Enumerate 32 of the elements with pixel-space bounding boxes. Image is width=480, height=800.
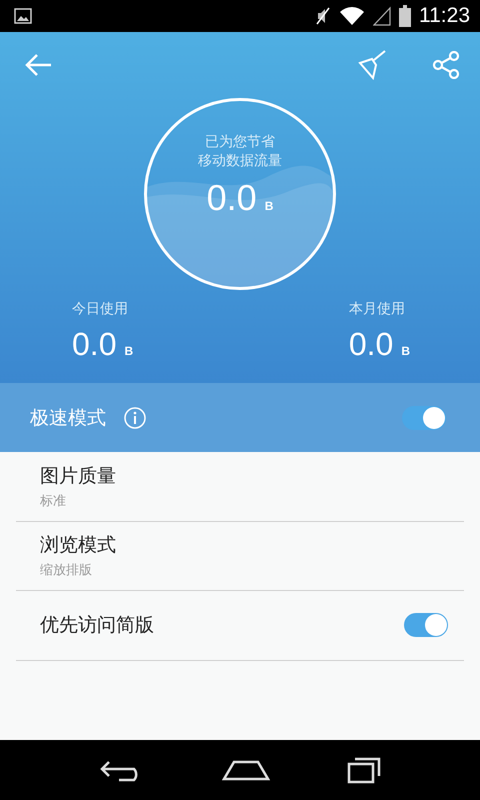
usage-label: 本月使用 [348, 300, 406, 318]
savings-caption: 已为您节省 [205, 133, 275, 152]
settings-row[interactable]: 浏览模式 缩放排版 [16, 522, 464, 591]
settings-row[interactable]: 图片质量 标准 [16, 452, 464, 522]
share-icon[interactable] [432, 51, 460, 79]
setting-value: 标准 [40, 492, 67, 510]
usage-value: 0.0 [348, 326, 394, 363]
toggle-switch[interactable] [402, 406, 446, 430]
setting-title: 图片质量 [40, 464, 116, 489]
info-icon[interactable] [124, 406, 146, 428]
savings-caption: 移动数据流量 [198, 152, 282, 171]
home-icon[interactable] [222, 759, 270, 781]
signal-icon [373, 6, 391, 26]
setting-value: 缩放排版 [40, 562, 93, 580]
unit-label: B [401, 344, 410, 358]
battery-icon [399, 5, 411, 27]
fast-mode-label: 极速模式 [30, 406, 106, 430]
broom-icon[interactable] [356, 50, 386, 80]
unit-label: B [264, 199, 274, 213]
savings-value: 0.0 [206, 177, 257, 219]
clock-time: 11:23 [419, 4, 470, 28]
wifi-icon [339, 6, 365, 26]
toggle-switch[interactable] [404, 613, 448, 638]
setting-title: 浏览模式 [40, 533, 116, 558]
setting-title: 优先访问简版 [40, 613, 154, 638]
usage-label: 今日使用 [72, 300, 129, 318]
unit-label: B [124, 344, 134, 358]
recents-icon[interactable] [347, 756, 382, 784]
mute-icon [315, 6, 331, 26]
image-icon [14, 8, 32, 24]
back-arrow-icon[interactable] [24, 53, 52, 77]
usage-value: 0.0 [72, 326, 116, 363]
